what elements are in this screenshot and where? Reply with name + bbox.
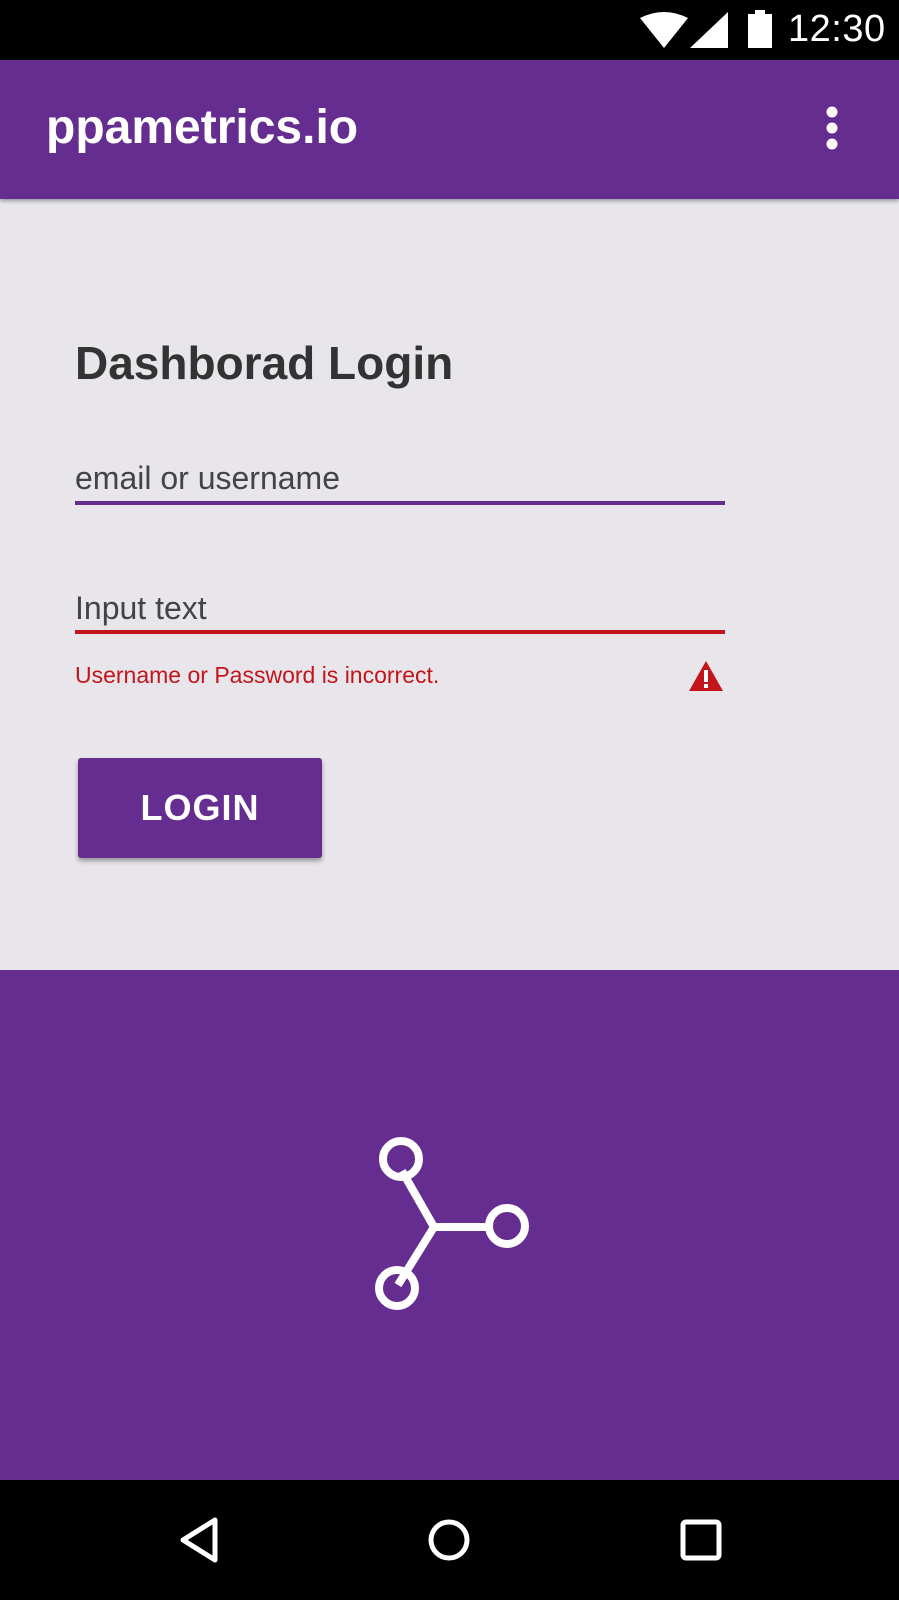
warning-icon — [688, 660, 724, 697]
back-icon[interactable] — [175, 1516, 223, 1569]
wifi-icon — [640, 12, 688, 53]
battery-icon — [748, 10, 772, 53]
cell-signal-icon — [690, 12, 728, 53]
app-bar: ppametrics.io — [0, 60, 899, 199]
error-message: Username or Password is incorrect. — [75, 662, 440, 688]
login-button[interactable]: LOGIN — [78, 758, 322, 858]
status-bar: 12:30 — [0, 0, 899, 60]
status-time: 12:30 — [788, 8, 886, 50]
page-title: Dashborad Login — [75, 337, 454, 389]
share-icon — [370, 1130, 540, 1320]
username-field[interactable] — [75, 455, 725, 505]
app-title: ppametrics.io — [46, 101, 359, 154]
home-icon[interactable] — [425, 1516, 473, 1569]
recents-icon[interactable] — [677, 1516, 725, 1569]
password-field[interactable] — [75, 586, 725, 634]
more-vert-icon[interactable] — [820, 104, 844, 157]
